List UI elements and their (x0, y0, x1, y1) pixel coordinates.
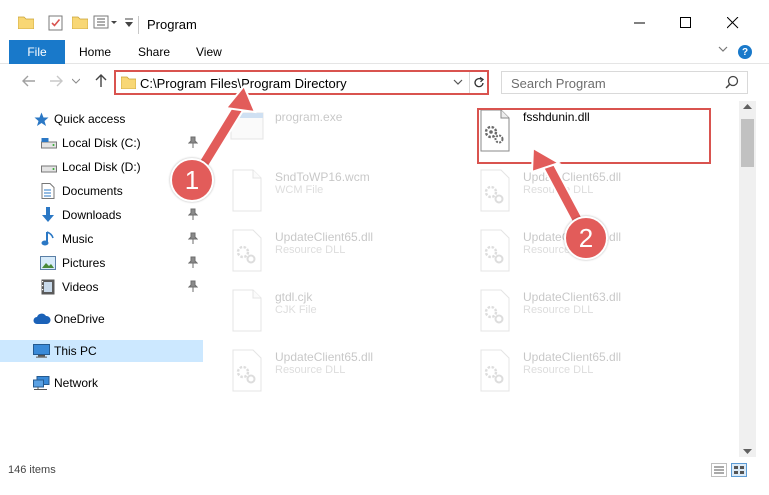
details-view-icon[interactable] (711, 463, 727, 477)
large-icons-view-icon[interactable] (731, 463, 747, 477)
item-count: 146 items (8, 464, 56, 476)
step-1-badge: 1 (170, 158, 214, 202)
annotation-arrows (193, 84, 587, 232)
status-bar: 146 items (0, 457, 769, 495)
step-2-badge: 2 (564, 216, 608, 260)
